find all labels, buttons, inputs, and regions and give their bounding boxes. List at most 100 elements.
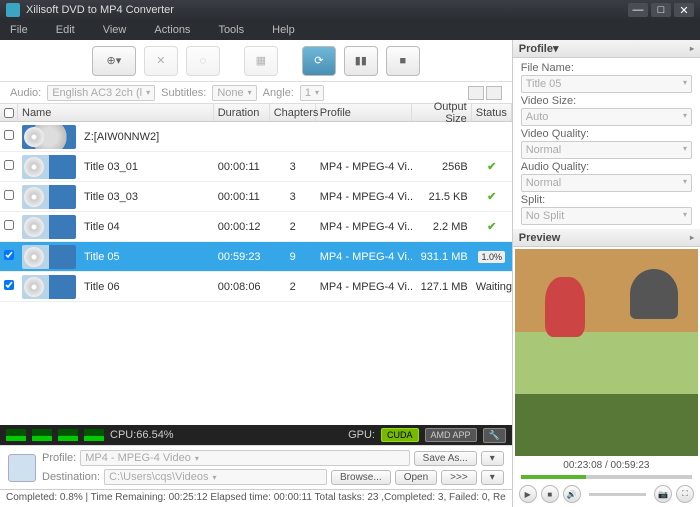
- split-select[interactable]: No Split: [521, 207, 692, 225]
- row-profile: MP4 - MPEG-4 Vi...: [316, 221, 412, 233]
- menu-view[interactable]: View: [103, 24, 127, 36]
- settings-icon[interactable]: 🔧: [483, 428, 506, 443]
- menu-file[interactable]: File: [10, 24, 28, 36]
- row-size: 931.1 MB: [412, 251, 472, 263]
- row-name: Z:[AIW0NNW2]: [80, 131, 214, 143]
- fullscreen-button[interactable]: ⛶: [676, 485, 694, 503]
- row-checkbox[interactable]: [4, 160, 14, 170]
- row-checkbox[interactable]: [4, 280, 14, 290]
- video-size-select[interactable]: Auto: [521, 108, 692, 126]
- more-button[interactable]: >>>: [441, 470, 477, 485]
- row-status: ✔: [472, 160, 512, 173]
- table-row[interactable]: Title 0600:08:062MP4 - MPEG-4 Vi...127.1…: [0, 272, 512, 302]
- menu-tools[interactable]: Tools: [218, 24, 244, 36]
- profile-menu-button[interactable]: ▾: [481, 451, 504, 466]
- snapshot-button[interactable]: 📷: [654, 485, 672, 503]
- dest-input[interactable]: C:\Users\cqs\Videos: [104, 469, 327, 485]
- col-profile[interactable]: Profile: [316, 104, 412, 121]
- thumbnail: [22, 215, 76, 239]
- bell-icon: [630, 269, 678, 319]
- col-name[interactable]: Name: [18, 104, 214, 121]
- row-profile: MP4 - MPEG-4 Vi...: [316, 251, 412, 263]
- row-duration: 00:00:11: [214, 161, 270, 173]
- menu-help[interactable]: Help: [272, 24, 295, 36]
- open-button[interactable]: Open: [395, 470, 437, 485]
- cpu-graph: [58, 429, 78, 441]
- dest-label: Destination:: [42, 471, 100, 483]
- profile-select[interactable]: MP4 - MPEG-4 Video: [80, 450, 409, 466]
- dest-menu-button[interactable]: ▾: [481, 470, 504, 485]
- mute-button[interactable]: 🔊: [563, 485, 581, 503]
- table-row[interactable]: Title 03_0100:00:113MP4 - MPEG-4 Vi...25…: [0, 152, 512, 182]
- menu-edit[interactable]: Edit: [56, 24, 75, 36]
- pause-button[interactable]: ▮▮: [344, 46, 378, 76]
- delete-button[interactable]: ✕: [144, 46, 178, 76]
- minimize-button[interactable]: —: [628, 3, 648, 17]
- subtitles-select[interactable]: None: [212, 85, 256, 101]
- view-grid-button[interactable]: [486, 86, 502, 100]
- clip-button[interactable]: ▦: [244, 46, 278, 76]
- table-body: Z:[AIW0NNW2]Title 03_0100:00:113MP4 - MP…: [0, 122, 512, 425]
- row-name: Title 05: [80, 251, 214, 263]
- row-chapters: 3: [270, 191, 316, 203]
- row-checkbox[interactable]: [4, 190, 14, 200]
- row-duration: 00:08:06: [214, 281, 270, 293]
- thumbnail: [22, 155, 76, 179]
- browse-button[interactable]: Browse...: [331, 470, 391, 485]
- row-chapters: 9: [270, 251, 316, 263]
- preview-frame: [515, 249, 698, 456]
- close-button[interactable]: ✕: [674, 3, 694, 17]
- subtitles-label: Subtitles:: [161, 87, 206, 99]
- stop-preview-button[interactable]: ■: [541, 485, 559, 503]
- angle-select[interactable]: 1: [300, 85, 324, 101]
- table-row[interactable]: Z:[AIW0NNW2]: [0, 122, 512, 152]
- video-quality-select[interactable]: Normal: [521, 141, 692, 159]
- maximize-button[interactable]: □: [651, 3, 671, 17]
- table-row[interactable]: Title 0400:00:122MP4 - MPEG-4 Vi...2.2 M…: [0, 212, 512, 242]
- view-list-button[interactable]: [468, 86, 484, 100]
- preview-slider[interactable]: [521, 475, 692, 479]
- preview-panel-header[interactable]: Preview: [513, 229, 700, 247]
- row-duration: 00:00:12: [214, 221, 270, 233]
- amd-badge[interactable]: AMD APP: [425, 428, 477, 442]
- thumbnail: [22, 125, 76, 149]
- col-chapters[interactable]: Chapters: [270, 104, 316, 121]
- file-name-input[interactable]: Title 05: [521, 75, 692, 93]
- row-duration: 00:59:23: [214, 251, 270, 263]
- profile-label: Profile:: [42, 452, 76, 464]
- row-checkbox[interactable]: [4, 130, 14, 140]
- add-button[interactable]: ⊕▾: [92, 46, 136, 76]
- col-duration[interactable]: Duration: [214, 104, 270, 121]
- row-chapters: 3: [270, 161, 316, 173]
- video-size-label: Video Size:: [521, 95, 692, 107]
- check-icon: ✔: [487, 221, 496, 233]
- play-button[interactable]: ▶: [519, 485, 537, 503]
- row-status: 1.0%: [472, 251, 512, 263]
- preview-area: [515, 249, 698, 456]
- col-output-size[interactable]: Output Size: [412, 104, 472, 121]
- stop-button[interactable]: ■: [386, 46, 420, 76]
- volume-slider[interactable]: [589, 493, 646, 496]
- clear-button[interactable]: ◌: [186, 46, 220, 76]
- menu-actions[interactable]: Actions: [154, 24, 190, 36]
- convert-button[interactable]: ⟳: [302, 46, 336, 76]
- row-size: 2.2 MB: [412, 221, 472, 233]
- profile-panel-header[interactable]: Profile ▾: [513, 40, 700, 58]
- select-all-checkbox[interactable]: [4, 108, 14, 118]
- table-row[interactable]: Title 03_0300:00:113MP4 - MPEG-4 Vi...21…: [0, 182, 512, 212]
- table-row[interactable]: Title 0500:59:239MP4 - MPEG-4 Vi...931.1…: [0, 242, 512, 272]
- row-profile: MP4 - MPEG-4 Vi...: [316, 161, 412, 173]
- audio-select[interactable]: English AC3 2ch (l: [47, 85, 155, 101]
- row-checkbox[interactable]: [4, 220, 14, 230]
- cpu-graph: [84, 429, 104, 441]
- bottom-panel: Profile: MP4 - MPEG-4 Video Save As... ▾…: [0, 445, 512, 489]
- thumbnail: [22, 245, 76, 269]
- gpu-label: GPU:: [348, 429, 375, 441]
- col-status[interactable]: Status: [472, 104, 512, 121]
- row-name: Title 03_01: [80, 161, 214, 173]
- row-checkbox[interactable]: [4, 250, 14, 260]
- save-as-button[interactable]: Save As...: [414, 451, 477, 466]
- audio-quality-select[interactable]: Normal: [521, 174, 692, 192]
- cuda-badge[interactable]: CUDA: [381, 428, 419, 442]
- row-duration: 00:00:11: [214, 191, 270, 203]
